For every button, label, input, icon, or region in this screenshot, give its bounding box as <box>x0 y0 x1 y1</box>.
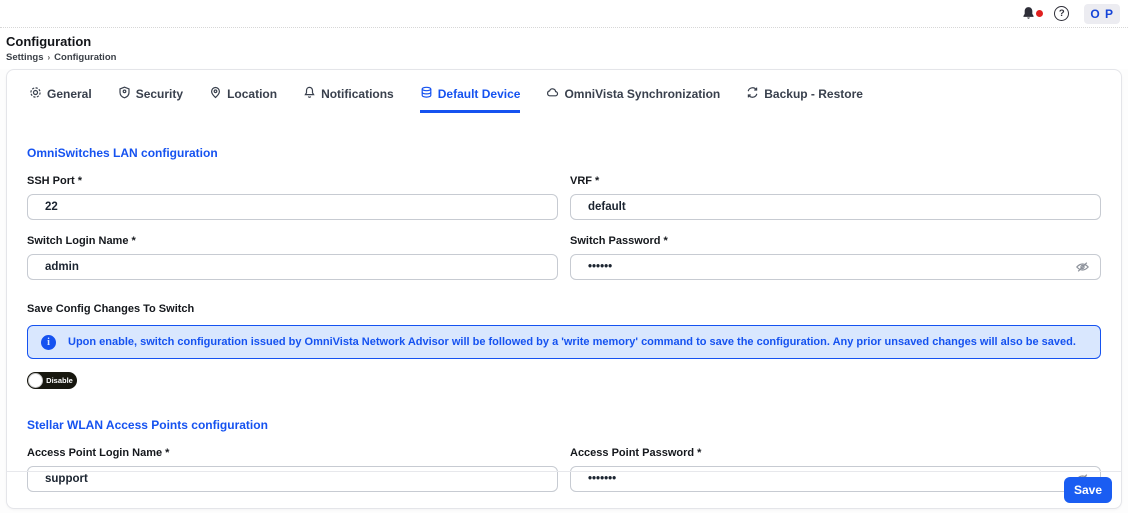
tab-label: Security <box>136 87 183 101</box>
tab-location[interactable]: Location <box>209 86 277 113</box>
tab-label: General <box>47 87 92 101</box>
page-title: Configuration <box>6 34 1128 49</box>
tab-security[interactable]: Security <box>118 86 183 113</box>
breadcrumb-configuration: Configuration <box>54 52 116 63</box>
tab-bar: General Security Location <box>7 70 1121 113</box>
ap-login-label: Access Point Login Name * <box>27 447 558 459</box>
save-config-toggle[interactable]: Disable <box>27 372 77 389</box>
sync-icon <box>746 86 759 102</box>
ssh-port-input[interactable] <box>27 194 558 220</box>
tab-default-device[interactable]: Default Device <box>420 86 521 113</box>
vrf-field: VRF * <box>570 175 1101 220</box>
switch-login-label: Switch Login Name * <box>27 235 558 247</box>
cloud-icon <box>546 86 559 102</box>
tab-label: Default Device <box>438 87 521 101</box>
breadcrumb-settings[interactable]: Settings <box>6 52 43 63</box>
notifications-button[interactable] <box>1021 6 1039 22</box>
tab-omnivista-synchronization[interactable]: OmniVista Synchronization <box>546 86 720 113</box>
bell-icon <box>303 86 316 102</box>
vrf-label: VRF * <box>570 175 1101 187</box>
save-config-label: Save Config Changes To Switch <box>27 303 1101 315</box>
top-bar: ? O P <box>0 0 1128 28</box>
lan-section-title: OmniSwitches LAN configuration <box>27 146 1101 160</box>
user-badge[interactable]: O P <box>1084 4 1120 24</box>
switch-login-field: Switch Login Name * <box>27 235 558 280</box>
vrf-input[interactable] <box>570 194 1101 220</box>
alert-dot <box>1036 10 1043 17</box>
tab-backup-restore[interactable]: Backup - Restore <box>746 86 863 113</box>
database-icon <box>420 86 433 102</box>
location-pin-icon <box>209 86 222 102</box>
switch-login-input[interactable] <box>27 254 558 280</box>
info-icon: i <box>41 335 56 350</box>
bell-icon <box>1021 8 1036 25</box>
shield-icon <box>118 86 131 102</box>
breadcrumb-separator: › <box>47 53 50 62</box>
info-banner: i Upon enable, switch configuration issu… <box>27 325 1101 359</box>
page-header: Configuration Settings › Configuration <box>0 28 1128 69</box>
gear-icon <box>29 86 42 102</box>
ssh-port-field: SSH Port * <box>27 175 558 220</box>
toggle-label: Disable <box>43 376 76 385</box>
save-button[interactable]: Save <box>1064 477 1112 503</box>
tab-label: Backup - Restore <box>764 87 863 101</box>
tab-label: OmniVista Synchronization <box>564 87 720 101</box>
switch-password-field: Switch Password * <box>570 235 1101 280</box>
tab-label: Notifications <box>321 87 394 101</box>
breadcrumb: Settings › Configuration <box>6 52 1128 69</box>
configuration-card: General Security Location <box>6 69 1122 509</box>
tab-label: Location <box>227 87 277 101</box>
help-button[interactable]: ? <box>1054 6 1069 21</box>
question-mark-icon: ? <box>1059 8 1065 19</box>
card-footer: Save <box>7 471 1121 508</box>
tab-general[interactable]: General <box>29 86 92 113</box>
wlan-section-title: Stellar WLAN Access Points configuration <box>27 418 1101 432</box>
toggle-knob[interactable] <box>28 373 43 388</box>
ap-password-label: Access Point Password * <box>570 447 1101 459</box>
switch-password-label: Switch Password * <box>570 235 1101 247</box>
switch-password-input[interactable] <box>570 254 1101 280</box>
info-banner-text: Upon enable, switch configuration issued… <box>68 336 1076 348</box>
ssh-port-label: SSH Port * <box>27 175 558 187</box>
eye-slash-icon[interactable] <box>1075 260 1090 275</box>
tab-notifications[interactable]: Notifications <box>303 86 394 113</box>
